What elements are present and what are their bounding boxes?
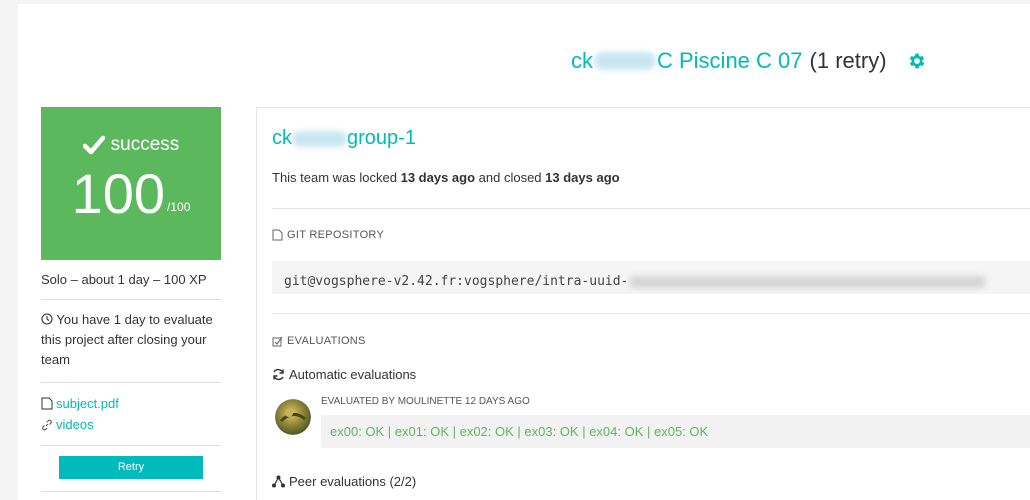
project-title-prefix: ck: [571, 48, 593, 73]
status-line: success: [41, 107, 221, 156]
subject-link[interactable]: subject.pdf: [56, 393, 119, 414]
project-meta: Solo – about 1 day – 100 XP: [41, 260, 221, 300]
evaluated-by: EVALUATED BY MOULINETTE 12 DAYS AGO: [321, 396, 530, 407]
link-icon: [42, 419, 52, 430]
refresh-icon: [273, 368, 284, 381]
locked-text: This team was locked: [272, 170, 401, 185]
divider: [272, 208, 1030, 209]
divider: [272, 313, 1030, 314]
team-title[interactable]: ck group-1: [272, 127, 416, 150]
automatic-evaluations-text: Automatic evaluations: [289, 367, 417, 382]
project-title-name[interactable]: C Piscine C 07: [657, 48, 803, 74]
closed-text: and closed: [475, 170, 546, 185]
project-sidebar: success 100 /100 Solo – about 1 day – 10…: [41, 107, 221, 492]
project-links: subject.pdf videos: [41, 383, 221, 446]
retry-section: Retry: [41, 446, 221, 492]
redacted-username: [292, 130, 347, 147]
deadline-text: You have 1 day to evaluate this project …: [41, 312, 213, 367]
automatic-evaluation-result: ex00: OK | ex01: OK | ex02: OK | ex03: O…: [321, 415, 1030, 448]
team-name-prefix: ck: [272, 127, 292, 149]
clock-icon: [41, 313, 53, 325]
network-icon: [272, 475, 285, 488]
git-label-text: GIT REPOSITORY: [287, 229, 385, 241]
score-max: /100: [167, 200, 191, 214]
evaluations-label-text: EVALUATIONS: [287, 335, 366, 347]
team-panel: ck group-1 This team was locked 13 days …: [256, 107, 1030, 500]
score-card: success 100 /100: [41, 107, 221, 260]
git-repository-label: GIT REPOSITORY: [272, 229, 384, 241]
file-icon: [41, 397, 53, 410]
project-title: ck C Piscine C 07 (1 retry): [571, 48, 927, 74]
file-icon: [272, 229, 283, 241]
gear-icon[interactable]: [907, 51, 927, 71]
videos-link[interactable]: videos: [56, 414, 94, 435]
moulinette-avatar[interactable]: [275, 399, 311, 435]
score-value: 100: [71, 162, 166, 225]
retry-button[interactable]: Retry: [59, 456, 203, 479]
team-lock-status: This team was locked 13 days ago and clo…: [272, 170, 620, 185]
peer-evaluations-heading: Peer evaluations (2/2): [272, 474, 416, 489]
locked-time: 13 days ago: [400, 170, 476, 185]
redacted-uuid: [630, 275, 986, 288]
redacted-username: [594, 52, 656, 70]
page: ck C Piscine C 07 (1 retry) success 100 …: [18, 4, 1030, 500]
peer-evaluations-text: Peer evaluations (2/2): [289, 474, 417, 489]
git-url: git@vogsphere-v2.42.fr:vogsphere/intra-u…: [284, 274, 629, 289]
check-icon: [82, 135, 105, 155]
evaluations-label: EVALUATIONS: [272, 335, 366, 347]
retry-count: (1 retry): [809, 48, 887, 73]
git-url-field[interactable]: git@vogsphere-v2.42.fr:vogsphere/intra-u…: [272, 261, 1030, 294]
evaluation-deadline: You have 1 day to evaluate this project …: [41, 300, 221, 383]
status-label: success: [110, 134, 180, 155]
automatic-evaluations-heading: Automatic evaluations: [272, 367, 416, 382]
checkbox-icon: [272, 336, 283, 346]
closed-time: 13 days ago: [545, 170, 620, 185]
score: 100 /100: [41, 166, 221, 222]
team-name-suffix: group-1: [347, 127, 416, 149]
